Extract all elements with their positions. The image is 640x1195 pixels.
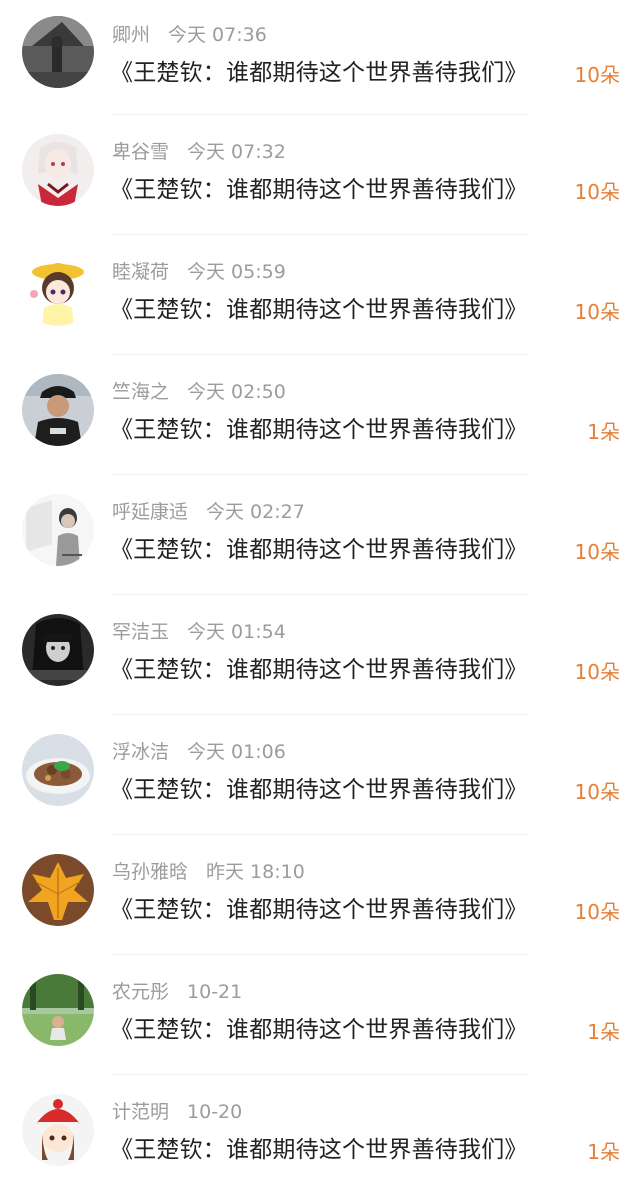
item-time: 10-21 — [187, 981, 243, 1003]
item-title[interactable]: 《王楚钦：谁都期待这个世界善待我们》 — [110, 653, 528, 687]
item-meta: 竺海之 今天 02:50 — [112, 379, 286, 405]
item-title[interactable]: 《王楚钦：谁都期待这个世界善待我们》 — [110, 1013, 528, 1047]
flower-count: 1朵 — [587, 1140, 620, 1164]
user-name[interactable]: 卑谷雪 — [112, 141, 169, 163]
avatar-image — [22, 854, 94, 926]
flower-count: 10朵 — [574, 900, 620, 924]
avatar-image — [22, 494, 94, 566]
item-title[interactable]: 《王楚钦：谁都期待这个世界善待我们》 — [110, 56, 528, 90]
item-time: 今天 07:36 — [168, 24, 267, 46]
avatar-image — [22, 254, 94, 326]
item-title[interactable]: 《王楚钦：谁都期待这个世界善待我们》 — [110, 893, 528, 927]
avatar[interactable] — [22, 974, 94, 1046]
item-title[interactable]: 《王楚钦：谁都期待这个世界善待我们》 — [110, 1133, 528, 1167]
item-time: 10-20 — [187, 1101, 243, 1123]
item-meta: 卑谷雪 今天 07:32 — [112, 139, 286, 165]
avatar[interactable] — [22, 854, 94, 926]
flower-count: 10朵 — [574, 180, 620, 204]
item-title[interactable]: 《王楚钦：谁都期待这个世界善待我们》 — [110, 533, 528, 567]
list-item[interactable]: 乌孙雅晗 昨天 18:10 《王楚钦：谁都期待这个世界善待我们》 10朵 — [0, 835, 640, 955]
avatar[interactable] — [22, 494, 94, 566]
user-name[interactable]: 乌孙雅晗 — [112, 861, 188, 883]
avatar[interactable] — [22, 134, 94, 206]
item-time: 今天 01:54 — [187, 621, 286, 643]
list-item[interactable]: 卿州 今天 07:36 《王楚钦：谁都期待这个世界善待我们》 10朵 — [0, 0, 640, 115]
item-time: 今天 01:06 — [187, 741, 286, 763]
list-item[interactable]: 农元彤 10-21 《王楚钦：谁都期待这个世界善待我们》 1朵 — [0, 955, 640, 1075]
flower-count: 1朵 — [587, 1020, 620, 1044]
list-item[interactable]: 计范明 10-20 《王楚钦：谁都期待这个世界善待我们》 1朵 — [0, 1075, 640, 1195]
flower-count: 10朵 — [574, 540, 620, 564]
item-meta: 计范明 10-20 — [112, 1099, 242, 1125]
avatar[interactable] — [22, 254, 94, 326]
user-name[interactable]: 呼延康适 — [112, 501, 188, 523]
list-item[interactable]: 浮冰洁 今天 01:06 《王楚钦：谁都期待这个世界善待我们》 10朵 — [0, 715, 640, 835]
item-meta: 乌孙雅晗 昨天 18:10 — [112, 859, 305, 885]
item-time: 今天 05:59 — [187, 261, 286, 283]
avatar[interactable] — [22, 374, 94, 446]
flower-count: 10朵 — [574, 300, 620, 324]
user-name[interactable]: 计范明 — [112, 1101, 169, 1123]
item-title[interactable]: 《王楚钦：谁都期待这个世界善待我们》 — [110, 173, 528, 207]
flower-count: 10朵 — [574, 660, 620, 684]
item-time: 今天 02:50 — [187, 381, 286, 403]
list-item[interactable]: 睦凝荷 今天 05:59 《王楚钦：谁都期待这个世界善待我们》 10朵 — [0, 235, 640, 355]
avatar-image — [22, 1094, 94, 1166]
user-name[interactable]: 竺海之 — [112, 381, 169, 403]
avatar[interactable] — [22, 734, 94, 806]
user-name[interactable]: 农元彤 — [112, 981, 169, 1003]
user-name[interactable]: 卿州 — [112, 24, 150, 46]
avatar-image — [22, 974, 94, 1046]
list-item[interactable]: 罕洁玉 今天 01:54 《王楚钦：谁都期待这个世界善待我们》 10朵 — [0, 595, 640, 715]
item-meta: 浮冰洁 今天 01:06 — [112, 739, 286, 765]
item-title[interactable]: 《王楚钦：谁都期待这个世界善待我们》 — [110, 413, 528, 447]
avatar-image — [22, 374, 94, 446]
avatar[interactable] — [22, 614, 94, 686]
list-item[interactable]: 卑谷雪 今天 07:32 《王楚钦：谁都期待这个世界善待我们》 10朵 — [0, 115, 640, 235]
item-time: 今天 07:32 — [187, 141, 286, 163]
item-meta: 罕洁玉 今天 01:54 — [112, 619, 286, 645]
list-item[interactable]: 呼延康适 今天 02:27 《王楚钦：谁都期待这个世界善待我们》 10朵 — [0, 475, 640, 595]
item-time: 今天 02:27 — [206, 501, 305, 523]
avatar[interactable] — [22, 1094, 94, 1166]
avatar-image — [22, 134, 94, 206]
avatar[interactable] — [22, 16, 94, 88]
user-name[interactable]: 罕洁玉 — [112, 621, 169, 643]
item-title[interactable]: 《王楚钦：谁都期待这个世界善待我们》 — [110, 293, 528, 327]
item-title[interactable]: 《王楚钦：谁都期待这个世界善待我们》 — [110, 773, 528, 807]
flower-count: 1朵 — [587, 420, 620, 444]
user-name[interactable]: 睦凝荷 — [112, 261, 169, 283]
avatar-image — [22, 16, 94, 88]
item-meta: 农元彤 10-21 — [112, 979, 242, 1005]
item-meta: 呼延康适 今天 02:27 — [112, 499, 305, 525]
user-name[interactable]: 浮冰洁 — [112, 741, 169, 763]
list-item[interactable]: 竺海之 今天 02:50 《王楚钦：谁都期待这个世界善待我们》 1朵 — [0, 355, 640, 475]
flower-count: 10朵 — [574, 780, 620, 804]
gift-record-list: 卿州 今天 07:36 《王楚钦：谁都期待这个世界善待我们》 10朵 卑谷雪 今天 … — [0, 0, 640, 1195]
flower-count: 10朵 — [574, 63, 620, 87]
item-meta: 卿州 今天 07:36 — [112, 22, 267, 48]
avatar-image — [22, 614, 94, 686]
avatar-image — [22, 734, 94, 806]
item-meta: 睦凝荷 今天 05:59 — [112, 259, 286, 285]
item-time: 昨天 18:10 — [206, 861, 305, 883]
